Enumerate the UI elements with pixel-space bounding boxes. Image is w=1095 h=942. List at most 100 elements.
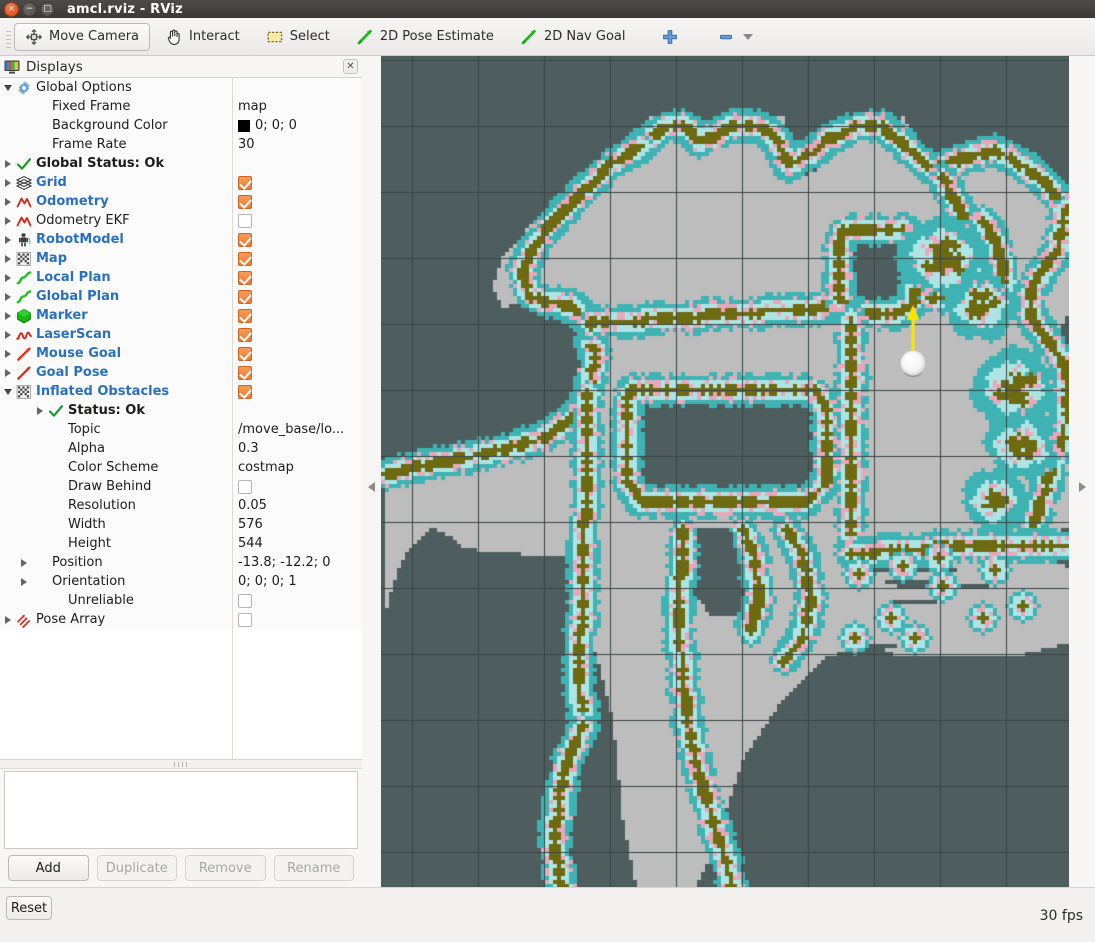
enable-checkbox[interactable] <box>238 308 252 323</box>
tree-row-pose-array[interactable]: Pose Array <box>0 610 362 629</box>
tree-row-value[interactable] <box>238 327 252 342</box>
tree-row-value[interactable] <box>238 232 252 247</box>
expand-arrow-icon[interactable] <box>16 572 32 591</box>
enable-checkbox[interactable] <box>238 593 252 608</box>
tree-row-value[interactable] <box>238 194 252 209</box>
tree-column-divider[interactable] <box>232 78 233 759</box>
expand-arrow-icon[interactable] <box>0 610 16 629</box>
tree-row-height[interactable]: Height 544 <box>0 534 362 553</box>
expand-arrow-icon[interactable] <box>0 192 16 211</box>
enable-checkbox[interactable] <box>238 194 252 209</box>
add-button[interactable]: Add <box>8 855 89 881</box>
tree-row-unreliable[interactable]: Unreliable <box>0 591 362 610</box>
enable-checkbox[interactable] <box>238 365 252 380</box>
tree-row-value[interactable] <box>238 308 252 323</box>
tree-row-topic[interactable]: Topic/move_base/lo... <box>0 420 362 439</box>
tree-row-value[interactable] <box>238 270 252 285</box>
toolbar-button-interact[interactable]: Interact <box>154 23 251 51</box>
tree-row-inflated-obstacles[interactable]: Inflated Obstacles <box>0 382 362 401</box>
tree-row-value[interactable] <box>238 365 252 380</box>
focus-point-button[interactable] <box>654 23 686 51</box>
render-view-3d[interactable] <box>381 56 1069 918</box>
toolbar-drag-handle[interactable] <box>4 24 12 49</box>
measure-button[interactable] <box>710 23 760 51</box>
tree-row-map[interactable]: Map <box>0 249 362 268</box>
expand-arrow-icon[interactable] <box>0 211 16 230</box>
tree-row-odometry[interactable]: Odometry <box>0 192 362 211</box>
tree-row-grid[interactable]: Grid <box>0 173 362 192</box>
collapse-left-icon[interactable] <box>368 482 375 492</box>
color-swatch[interactable] <box>238 119 250 132</box>
chevron-down-icon[interactable] <box>743 33 754 40</box>
tree-row-color-scheme[interactable]: Color Scheme costmap <box>0 458 362 477</box>
expand-arrow-icon[interactable] <box>0 230 16 249</box>
collapse-arrow-icon[interactable] <box>0 78 16 97</box>
expand-arrow-icon[interactable] <box>16 553 32 572</box>
tree-row-value[interactable] <box>238 175 252 190</box>
tree-row-background-color[interactable]: Background Color 0; 0; 0 <box>0 116 362 135</box>
toolbar-button-select[interactable]: Select <box>255 23 341 51</box>
expand-arrow-icon[interactable] <box>0 363 16 382</box>
left-splitter[interactable] <box>362 56 381 918</box>
maximize-window-button[interactable]: □ <box>40 1 55 17</box>
expand-arrow-icon[interactable] <box>0 154 16 173</box>
tree-row-value[interactable]: /move_base/lo... <box>238 422 344 437</box>
tree-row-value[interactable] <box>238 346 252 361</box>
costmap-canvas[interactable] <box>381 56 1069 918</box>
right-splitter[interactable] <box>1069 56 1095 918</box>
tree-row-value[interactable]: 0.05 <box>238 498 267 513</box>
toolbar-button-move-camera[interactable]: Move Camera <box>14 22 151 51</box>
expand-arrow-icon[interactable] <box>0 249 16 268</box>
close-window-button[interactable]: × <box>4 1 19 17</box>
toolbar-button-2d-nav-goal[interactable]: 2D Nav Goal <box>509 23 637 51</box>
tree-row-local-plan[interactable]: Local Plan <box>0 268 362 287</box>
panel-splitter-handle[interactable] <box>0 760 362 769</box>
tree-row-value[interactable]: costmap <box>238 460 294 475</box>
tree-row-value[interactable] <box>238 593 252 608</box>
tree-row-position[interactable]: Position -13.8; -12.2; 0 <box>0 553 362 572</box>
tree-row-value[interactable] <box>238 479 252 494</box>
tree-row-value[interactable] <box>238 289 252 304</box>
tree-row-alpha[interactable]: Alpha 0.3 <box>0 439 362 458</box>
tree-row-value[interactable]: -13.8; -12.2; 0 <box>238 555 331 570</box>
tree-row-value[interactable]: map <box>238 99 267 114</box>
expand-arrow-icon[interactable] <box>0 306 16 325</box>
collapse-arrow-icon[interactable] <box>0 382 16 401</box>
expand-arrow-icon[interactable] <box>0 287 16 306</box>
tree-row-value[interactable]: 0.3 <box>238 441 259 456</box>
tree-row-mouse-goal[interactable]: Mouse Goal <box>0 344 362 363</box>
tree-row-status-ok[interactable]: Status: Ok <box>0 401 362 420</box>
tree-row-global-plan[interactable]: Global Plan <box>0 287 362 306</box>
enable-checkbox[interactable] <box>238 270 252 285</box>
expand-arrow-icon[interactable] <box>0 173 16 192</box>
tree-row-value[interactable] <box>238 384 252 399</box>
tree-row-marker[interactable]: Marker <box>0 306 362 325</box>
tree-row-width[interactable]: Width 576 <box>0 515 362 534</box>
tree-row-value[interactable]: 576 <box>238 517 263 532</box>
reset-button[interactable]: Reset <box>6 896 52 920</box>
tree-row-value[interactable] <box>238 612 252 627</box>
tree-row-goal-pose[interactable]: Goal Pose <box>0 363 362 382</box>
tree-row-odometry-ekf[interactable]: Odometry EKF <box>0 211 362 230</box>
expand-arrow-icon[interactable] <box>0 268 16 287</box>
enable-checkbox[interactable] <box>238 346 252 361</box>
tree-row-value[interactable]: 544 <box>238 536 263 551</box>
tree-row-value[interactable]: 0; 0; 0 <box>238 118 297 133</box>
enable-checkbox[interactable] <box>238 479 252 494</box>
expand-arrow-icon[interactable] <box>0 325 16 344</box>
enable-checkbox[interactable] <box>238 232 252 247</box>
expand-right-icon[interactable] <box>1078 482 1086 492</box>
tree-row-value[interactable] <box>238 213 252 228</box>
tree-row-global-options[interactable]: Global Options <box>0 78 362 97</box>
close-icon[interactable]: ✕ <box>343 59 358 74</box>
minimize-window-button[interactable]: − <box>22 1 37 17</box>
tree-row-orientation[interactable]: Orientation 0; 0; 0; 1 <box>0 572 362 591</box>
tree-row-value[interactable]: 30 <box>238 137 255 152</box>
tree-row-value[interactable]: 0; 0; 0; 1 <box>238 574 297 589</box>
toolbar-button-2d-pose-estimate[interactable]: 2D Pose Estimate <box>345 23 505 51</box>
expand-arrow-icon[interactable] <box>0 344 16 363</box>
tree-row-draw-behind[interactable]: Draw Behind <box>0 477 362 496</box>
tree-row-robotmodel[interactable]: RobotModel <box>0 230 362 249</box>
tree-row-laserscan[interactable]: LaserScan <box>0 325 362 344</box>
enable-checkbox[interactable] <box>238 175 252 190</box>
